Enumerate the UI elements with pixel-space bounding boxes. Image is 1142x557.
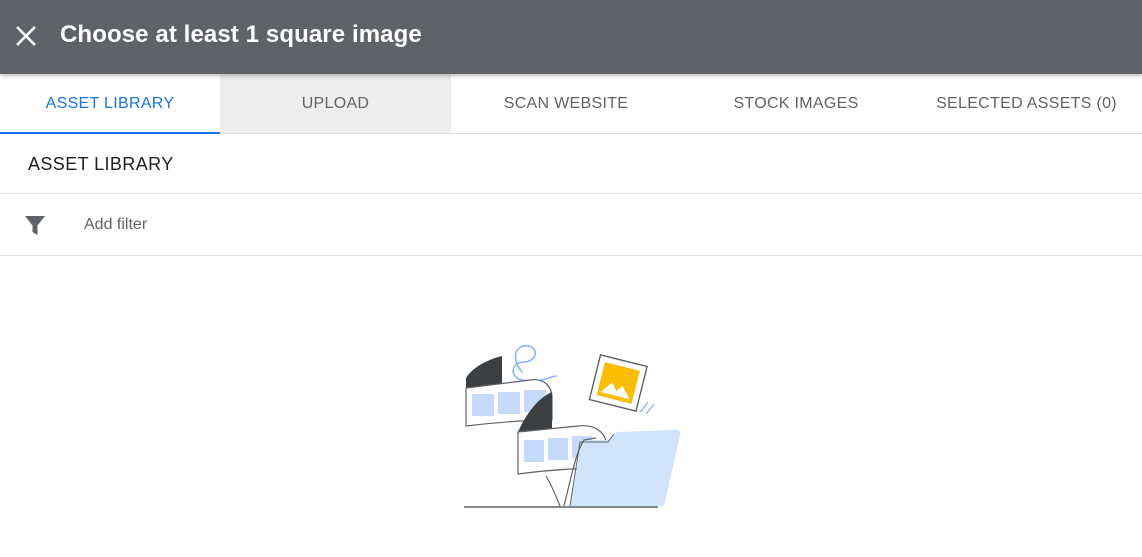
dialog-title: Choose at least 1 square image	[60, 21, 422, 48]
empty-library-illustration	[464, 345, 681, 508]
filter-icon[interactable]	[24, 214, 46, 236]
section-title: ASSET LIBRARY	[28, 154, 174, 174]
asset-picker-dialog: Choose at least 1 square image ASSET LIB…	[0, 0, 1142, 557]
tab-selected-assets[interactable]: SELECTED ASSETS (0)	[911, 74, 1142, 133]
filter-bar	[0, 194, 1142, 256]
filter-input[interactable]	[84, 210, 584, 240]
section-header: ASSET LIBRARY	[0, 134, 1142, 194]
tab-stock-images[interactable]: STOCK IMAGES	[681, 74, 911, 133]
dialog-header: Choose at least 1 square image	[0, 0, 1142, 74]
tab-bar: ASSET LIBRARY UPLOAD SCAN WEBSITE STOCK …	[0, 74, 1142, 134]
close-icon	[16, 26, 36, 46]
close-button[interactable]	[12, 22, 40, 50]
tab-upload[interactable]: UPLOAD	[220, 74, 451, 133]
tab-scan-website[interactable]: SCAN WEBSITE	[451, 74, 681, 133]
tab-asset-library[interactable]: ASSET LIBRARY	[0, 74, 220, 134]
